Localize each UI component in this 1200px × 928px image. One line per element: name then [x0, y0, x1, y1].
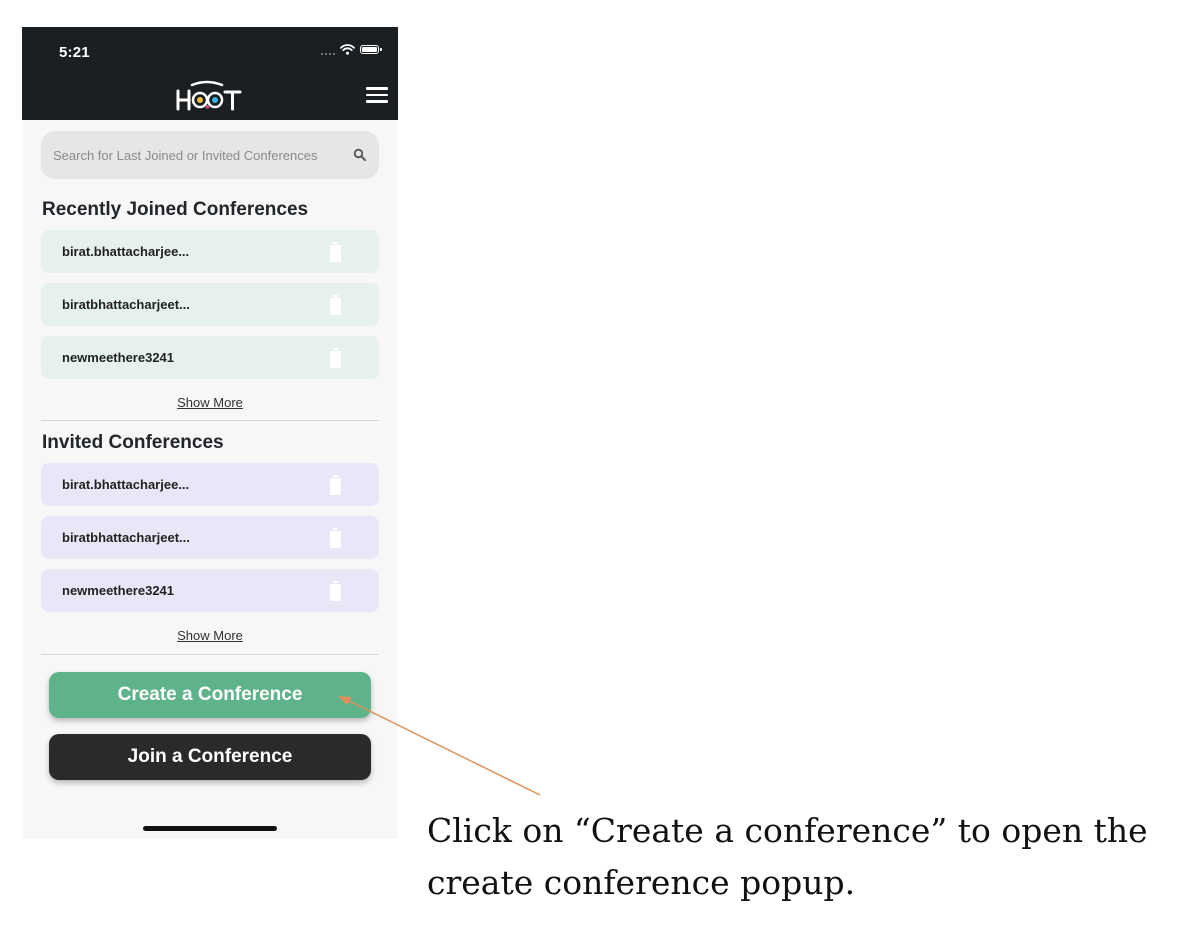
status-time: 5:21	[59, 44, 90, 61]
annotation-caption: Click on “Create a conference” to open t…	[427, 811, 1148, 902]
recent-show-more-link[interactable]: Show More	[22, 395, 398, 410]
divider	[41, 654, 379, 655]
conference-name: birat.bhattacharjee...	[62, 477, 190, 492]
hoot-logo	[176, 80, 242, 111]
top-bar: 5:21	[22, 27, 398, 120]
invited-section-title: Invited Conferences	[42, 432, 224, 453]
invited-conference-item[interactable]: newmeethere3241	[41, 569, 379, 612]
trash-icon[interactable]	[330, 295, 341, 315]
search-icon[interactable]	[353, 148, 367, 162]
trash-icon[interactable]	[330, 475, 341, 495]
conference-name: biratbhattacharjeet...	[62, 530, 190, 545]
recent-conference-item[interactable]: newmeethere3241	[41, 336, 379, 379]
conference-name: birat.bhattacharjee...	[62, 244, 190, 259]
conference-name: newmeethere3241	[62, 583, 175, 598]
signal-icon	[321, 45, 335, 55]
status-bar: 5:21	[22, 27, 398, 71]
search-placeholder: Search for Last Joined or Invited Confer…	[53, 147, 318, 163]
recent-conference-item[interactable]: birat.bhattacharjee...	[41, 230, 379, 273]
trash-icon[interactable]	[330, 242, 341, 262]
recent-section-title: Recently Joined Conferences	[42, 199, 309, 220]
trash-icon[interactable]	[330, 581, 341, 601]
home-indicator	[143, 826, 277, 831]
battery-icon	[360, 45, 382, 54]
status-icons	[321, 44, 382, 55]
trash-icon[interactable]	[330, 528, 341, 548]
invited-conference-item[interactable]: biratbhattacharjeet...	[41, 516, 379, 559]
hamburger-menu-icon[interactable]	[366, 87, 388, 103]
invited-show-more-link[interactable]: Show More	[22, 628, 398, 643]
recent-conference-item[interactable]: biratbhattacharjeet...	[41, 283, 379, 326]
search-input[interactable]: Search for Last Joined or Invited Confer…	[41, 131, 379, 179]
conference-name: newmeethere3241	[62, 350, 175, 365]
invited-conference-item[interactable]: birat.bhattacharjee...	[41, 463, 379, 506]
wifi-icon	[340, 44, 355, 55]
conference-name: biratbhattacharjeet...	[62, 297, 190, 312]
divider	[41, 420, 379, 421]
phone-screen: 5:21 Search for Last Joined or Invited C…	[22, 27, 398, 839]
create-conference-button[interactable]: Create a Conference	[49, 672, 371, 718]
trash-icon[interactable]	[330, 348, 341, 368]
join-conference-button[interactable]: Join a Conference	[49, 734, 371, 780]
